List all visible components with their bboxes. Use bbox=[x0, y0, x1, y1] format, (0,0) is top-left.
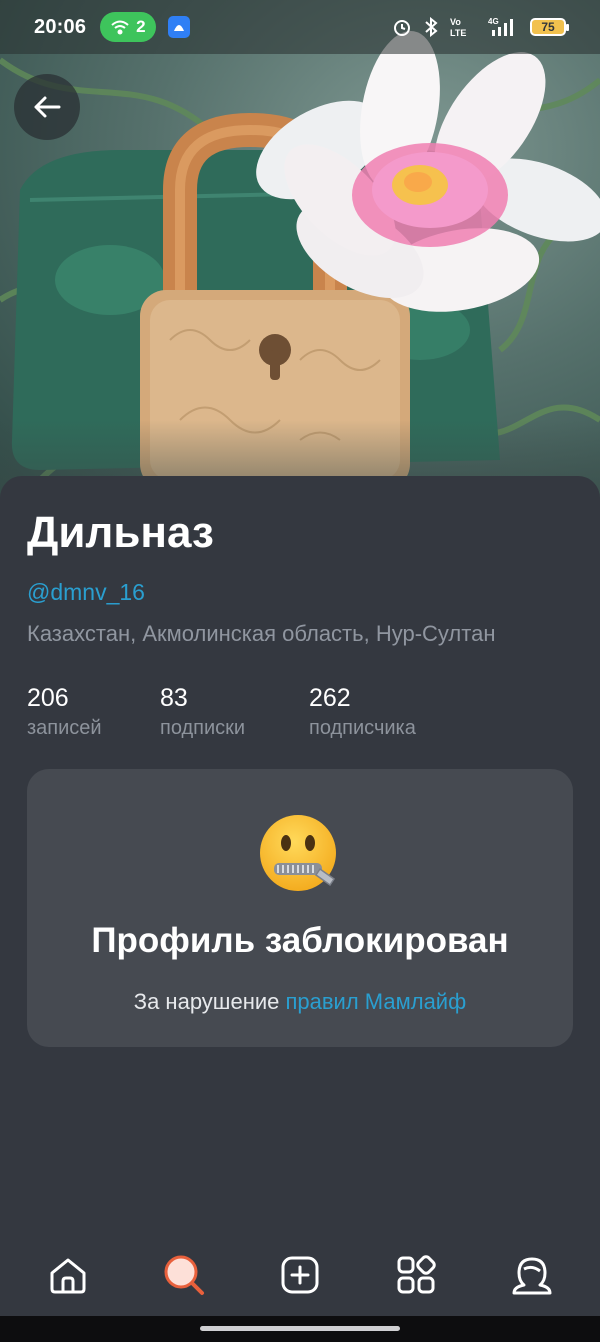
rules-link[interactable]: правил Мамлайф bbox=[285, 989, 466, 1014]
blocked-subtitle: За нарушение правил Мамлайф bbox=[27, 989, 573, 1015]
stat-posts-value: 206 bbox=[27, 684, 69, 712]
bluetooth-icon bbox=[425, 17, 438, 37]
status-icons: Vo LTE 4G 75 bbox=[392, 16, 569, 38]
status-time: 20:06 bbox=[34, 15, 87, 38]
nav-search[interactable] bbox=[154, 1245, 214, 1305]
stat-followers-label: подписчика bbox=[309, 717, 416, 739]
stat-posts-label: записей bbox=[27, 717, 102, 739]
zipper-mouth-face-icon bbox=[260, 815, 336, 891]
svg-text:4G: 4G bbox=[488, 17, 499, 26]
blocked-card: Профиль заблокирован За нарушение правил… bbox=[27, 769, 573, 1047]
cover-image bbox=[0, 0, 600, 500]
volte-icon: Vo LTE bbox=[450, 17, 466, 38]
app-notification-icon bbox=[167, 16, 190, 38]
hotspot-count: 2 bbox=[136, 17, 146, 36]
profile-location: Казахстан, Акмолинская область, Нур-Султ… bbox=[27, 621, 496, 646]
hotspot-indicator: 2 bbox=[100, 12, 156, 42]
stat-following-value: 83 bbox=[160, 684, 188, 712]
nav-apps[interactable] bbox=[386, 1245, 446, 1305]
blocked-title: Профиль заблокирован bbox=[91, 921, 509, 960]
home-icon bbox=[50, 1258, 86, 1294]
stat-following-label: подписки bbox=[160, 717, 246, 739]
search-icon bbox=[164, 1255, 204, 1295]
profile-panel: Дильназ @dmnv_16 Казахстан, Акмолинская … bbox=[0, 476, 600, 1342]
profile-screen: 20:06 2 Vo LTE 4G 75 Дильназ @dmnv_16 Ка… bbox=[0, 0, 600, 1342]
signal-4g-icon: 4G bbox=[488, 17, 513, 36]
nav-home[interactable] bbox=[38, 1245, 98, 1305]
bottom-navigation bbox=[0, 1240, 600, 1310]
back-button[interactable] bbox=[14, 74, 80, 140]
arrow-left-icon bbox=[34, 96, 61, 118]
stat-following[interactable]: 83 подписки bbox=[160, 684, 245, 740]
stat-posts[interactable]: 206 записей bbox=[27, 684, 102, 740]
add-post-icon bbox=[281, 1256, 319, 1294]
nav-add-post[interactable] bbox=[270, 1245, 330, 1305]
status-bar: 20:06 2 Vo LTE 4G 75 bbox=[0, 0, 600, 54]
stat-followers-value: 262 bbox=[309, 684, 351, 712]
gesture-handle[interactable] bbox=[200, 1326, 400, 1331]
stat-followers[interactable]: 262 подписчика bbox=[309, 684, 416, 740]
battery-level: 75 bbox=[541, 20, 555, 34]
nav-profile[interactable] bbox=[502, 1245, 562, 1305]
svg-text:LTE: LTE bbox=[450, 28, 466, 38]
svg-text:Vo: Vo bbox=[450, 17, 461, 27]
wifi-hotspot-icon bbox=[111, 20, 129, 35]
profile-name: Дильназ bbox=[27, 508, 214, 557]
profile-icon bbox=[512, 1257, 552, 1295]
apps-grid-icon bbox=[397, 1255, 436, 1294]
battery-icon: 75 bbox=[530, 18, 569, 36]
profile-handle[interactable]: @dmnv_16 bbox=[27, 579, 145, 606]
blocked-subtitle-prefix: За нарушение bbox=[133, 989, 286, 1014]
alarm-icon bbox=[394, 20, 410, 36]
lock-lotus-illustration bbox=[0, 30, 600, 500]
